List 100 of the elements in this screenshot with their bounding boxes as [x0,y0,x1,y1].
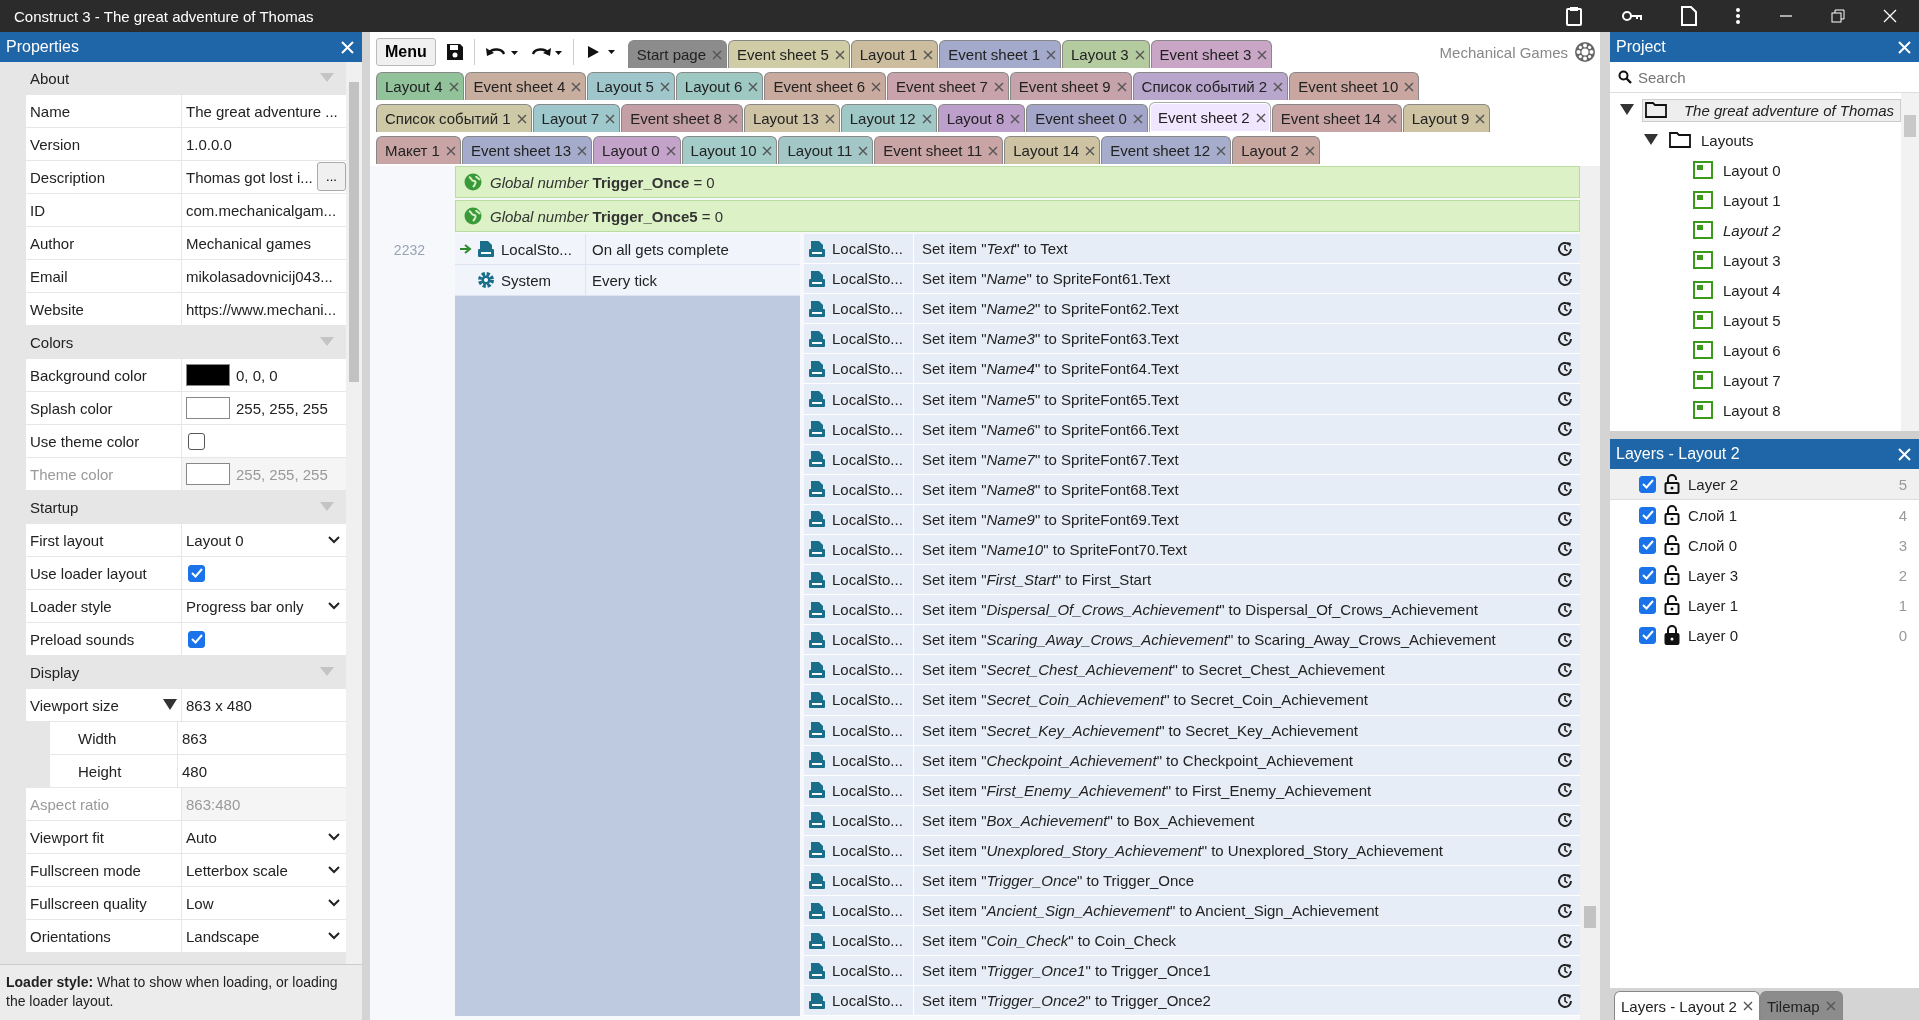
tab[interactable]: Start page [627,40,727,68]
layer-row[interactable]: Layer 3 2 [1610,560,1919,590]
dropdown[interactable]: Auto [186,828,346,846]
layer-row[interactable]: Layer 2 5 [1610,469,1919,500]
expand-icon[interactable] [1620,104,1634,116]
tab[interactable]: Event sheet 10 [1289,72,1420,100]
panel-tab[interactable]: Layers - Layout 2 [1614,991,1760,1020]
action-row[interactable]: LocalSto... Set item "Name10" to SpriteFont70.Text [804,534,1580,566]
tree-item[interactable]: The great adventure of Thomas [1642,98,1901,122]
more-icon[interactable] [1735,7,1741,25]
unlocked-padlock-icon[interactable] [1664,505,1680,525]
tab[interactable]: Layout 11 [778,136,874,164]
action-row[interactable]: LocalSto... Set item "Name9" to SpriteFont69.Text [804,504,1580,535]
dropdown[interactable]: Letterbox scale [186,861,346,879]
action-row[interactable]: LocalSto... Set item "Trigger_Once2" to Trigger_Once2 [804,986,1580,1017]
browse-button[interactable]: ... [317,162,346,191]
tree-item[interactable]: Layouts [1666,128,1761,152]
checkbox[interactable] [1639,475,1656,493]
tree-item[interactable]: Layout 4 [1690,278,1788,302]
tab[interactable]: Список событий 1 [376,104,532,132]
checkbox[interactable] [1639,536,1656,554]
tree-item[interactable]: Layout 2 [1690,218,1788,242]
tab[interactable]: Макет 1 [376,136,461,164]
layer-row[interactable]: Слой 1 4 [1610,500,1919,530]
close-icon[interactable] [1255,112,1266,123]
checkbox[interactable] [1639,596,1656,614]
action-row[interactable]: LocalSto... Set item "Text" to Text [804,234,1580,265]
scrollbar[interactable] [1580,166,1600,1020]
tab[interactable]: Список событий 2 [1132,72,1289,100]
dropdown[interactable]: Progress bar only [186,597,346,615]
action-row[interactable]: LocalSto... Set item "Coin_Check" to Coin_Check [804,926,1580,957]
tab[interactable]: Event sheet 3 [1150,40,1273,68]
tree-item[interactable]: Layout 5 [1690,308,1788,332]
tab[interactable]: Layout 1 [850,40,939,68]
restore-icon[interactable] [1831,9,1845,23]
action-row[interactable]: LocalSto... Set item "Trigger_Once1" to Trigger_Once1 [804,956,1580,987]
tab[interactable]: Layout 2 [1232,136,1320,164]
unlocked-padlock-icon[interactable] [1664,595,1680,615]
action-row[interactable]: LocalSto... Set item "Unexplored_Story_Achievement" to Unexplored_Story_Achievement [804,835,1580,866]
tab[interactable]: Layout 6 [675,72,764,100]
layer-row[interactable]: Layer 0 0 [1610,620,1919,650]
checkbox[interactable] [1639,506,1656,524]
tab[interactable]: Layout 8 [937,104,1026,132]
tree-item[interactable]: Layout 3 [1690,248,1788,272]
tab[interactable]: Event sheet 9 [1009,72,1132,100]
tab[interactable]: Event sheet 11 [874,136,1004,164]
unlocked-padlock-icon[interactable] [1664,535,1680,555]
tab[interactable]: Event sheet 14 [1271,104,1402,132]
action-row[interactable]: LocalSto... Set item "First_Enemy_Achievement" to First_Enemy_Achievement [804,775,1580,806]
tab[interactable]: Layout 3 [1062,40,1150,68]
tab[interactable]: Event sheet 6 [764,72,887,100]
expand-icon[interactable] [163,699,177,711]
layer-row[interactable]: Слой 0 3 [1610,530,1919,560]
checkbox[interactable] [1639,566,1656,584]
condition-row[interactable]: LocalSto... On all gets complete [455,234,800,265]
action-row[interactable]: LocalSto... Set item "Secret_Coin_Achievement" to Secret_Coin_Achievement [804,685,1580,716]
tab[interactable]: Layout 7 [532,104,621,132]
condition-row[interactable]: System Every tick [455,265,800,296]
checkbox[interactable] [1639,626,1656,644]
tab[interactable]: Layout 14 [1004,136,1101,164]
layer-row[interactable]: Layer 1 1 [1610,590,1919,620]
tree-item[interactable]: Layout 8 [1690,398,1788,422]
tree-item[interactable]: Layout 6 [1690,338,1788,362]
action-row[interactable]: LocalSto... Set item "Name4" to SpriteFont64.Text [804,354,1580,385]
tab[interactable]: Event sheet 0 [1026,104,1148,132]
action-row[interactable]: LocalSto... Set item "Secret_Chest_Achievement" to Secret_Chest_Achievement [804,655,1580,686]
checkbox[interactable] [188,630,205,648]
global-variable-row[interactable]: Global number Trigger_Once = 0 [455,166,1580,198]
action-row[interactable]: LocalSto... Set item "Name8" to SpriteFont68.Text [804,474,1580,505]
action-row[interactable]: LocalSto... Set item "Name7" to SpriteFont67.Text [804,444,1580,475]
document-icon[interactable] [1681,6,1697,26]
checkbox[interactable] [188,564,205,582]
action-row[interactable]: LocalSto... Set item "Secret_Key_Achievement" to Secret_Key_Achievement [804,715,1580,746]
unlocked-padlock-icon[interactable] [1664,474,1680,494]
action-row[interactable]: LocalSto... Set item "Name" to SpriteFont61.Text [804,264,1580,295]
menu-button[interactable]: Menu [376,38,436,66]
action-row[interactable]: LocalSto... Set item "Name5" to SpriteFont65.Text [804,384,1580,415]
scrollbar[interactable] [1901,93,1919,431]
tab[interactable]: Layout 13 [743,104,840,132]
action-row[interactable]: LocalSto... Set item "Dispersal_Of_Crows_Achievement" to Dispersal_Of_Crows_Achievement [804,595,1580,626]
dropdown[interactable]: Low [186,894,346,912]
key-icon[interactable] [1621,9,1643,23]
tab[interactable]: Layout 5 [587,72,675,100]
action-row[interactable]: LocalSto... Set item "Name3" to SpriteFont63.Text [804,324,1580,355]
tab[interactable]: Event sheet 12 [1101,136,1232,164]
dropdown[interactable]: Layout 0 [186,531,346,549]
tab[interactable]: Event sheet 5 [728,40,850,68]
action-row[interactable]: LocalSto... Set item "Name6" to SpriteFont66.Text [804,414,1580,445]
action-row[interactable]: LocalSto... Set item "Box_Achievement" to Box_Achievement [804,805,1580,836]
panel-tab[interactable]: Tilemap [1759,991,1843,1020]
action-row[interactable]: LocalSto... Set item "Trigger_Once" to Trigger_Once [804,865,1580,897]
expand-icon[interactable] [1644,134,1658,146]
tab[interactable]: Event sheet 1 [939,40,1061,68]
tab[interactable]: Layout 0 [593,136,681,164]
save-icon[interactable] [445,43,464,61]
color-swatch[interactable] [186,397,230,419]
dropdown[interactable]: Landscape [186,927,346,945]
action-row[interactable]: LocalSto... Set item "Scaring_Away_Crows_Achievement" to Scaring_Away_Crows_Achievement [804,625,1580,656]
close-icon[interactable] [1742,1001,1753,1011]
tab[interactable]: Layout 10 [681,136,778,164]
